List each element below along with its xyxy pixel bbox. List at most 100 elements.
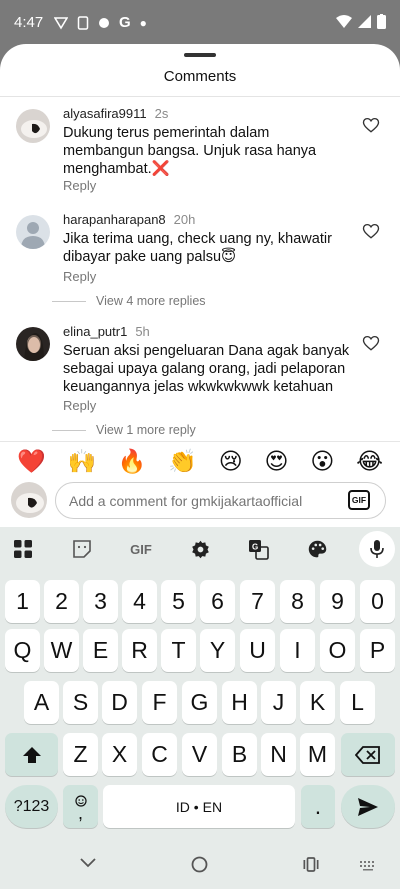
gif-button[interactable]: GIF (348, 490, 370, 510)
key-w[interactable]: W (44, 629, 79, 672)
key-x[interactable]: X (102, 733, 137, 776)
google-icon: G (119, 14, 131, 31)
key-r[interactable]: R (122, 629, 157, 672)
keyboard-toolbar: GIF G (0, 527, 400, 571)
divider (0, 96, 400, 97)
battery-icon (377, 14, 386, 29)
send-arrow-icon (358, 797, 378, 816)
voice-input-button[interactable] (359, 531, 395, 567)
avatar[interactable] (16, 109, 50, 143)
key-p[interactable]: P (360, 629, 395, 672)
key-2[interactable]: 2 (44, 580, 79, 623)
back-chevron-icon[interactable] (80, 858, 96, 868)
emoji-laughing[interactable]: 😂 (356, 448, 383, 475)
drag-handle[interactable] (184, 53, 216, 57)
status-bar: 4:47 G ● (0, 0, 400, 44)
key-l[interactable]: L (340, 681, 375, 724)
settings-gear-icon[interactable] (188, 537, 212, 561)
key-q[interactable]: Q (5, 629, 40, 672)
comment-text: Dukung terus pemerintah dalam membangun … (63, 125, 317, 177)
key-a[interactable]: A (24, 681, 59, 724)
shift-key[interactable] (5, 733, 58, 776)
keyboard: GIF G 1 2 3 4 5 6 7 8 9 0 Q W E R T Y U … (0, 527, 400, 889)
reply-button[interactable]: Reply (63, 269, 96, 284)
view-more-replies[interactable]: View 4 more replies (52, 294, 206, 308)
comment-time: 20h (173, 212, 196, 227)
keyboard-switch-icon[interactable] (360, 861, 376, 871)
avatar[interactable] (16, 327, 50, 361)
comment-username[interactable]: harapanharapan8 (63, 212, 166, 227)
emoji-comma-key[interactable]: , (63, 785, 98, 828)
key-c[interactable]: C (142, 733, 177, 776)
gif-keyboard-button[interactable]: GIF (126, 537, 156, 561)
reply-button[interactable]: Reply (63, 398, 96, 413)
comma-label: , (77, 802, 83, 823)
comment-text: Jika terima uang, check uang ny, khawati… (63, 231, 332, 265)
emoji-raised-hands[interactable]: 🙌 (67, 448, 96, 475)
status-time: 4:47 (14, 14, 44, 31)
key-4[interactable]: 4 (122, 580, 157, 623)
notification-icons: G ● (54, 14, 147, 31)
key-j[interactable]: J (261, 681, 296, 724)
space-bar[interactable]: ID • EN (103, 785, 295, 828)
key-7[interactable]: 7 (240, 580, 275, 623)
key-9[interactable]: 9 (320, 580, 355, 623)
key-z[interactable]: Z (63, 733, 98, 776)
view-more-replies[interactable]: View 1 more reply (52, 423, 196, 437)
comment-input[interactable] (55, 482, 386, 519)
view-more-replies-label: View 4 more replies (96, 294, 206, 308)
comment-username[interactable]: alyasafira9911 (63, 106, 147, 121)
key-1[interactable]: 1 (5, 580, 40, 623)
symbols-key[interactable]: ?123 (5, 785, 58, 828)
key-i[interactable]: I (280, 629, 315, 672)
comment-username[interactable]: elina_putr1 (63, 324, 127, 339)
reply-button[interactable]: Reply (63, 178, 96, 193)
key-0[interactable]: 0 (360, 580, 395, 623)
key-y[interactable]: Y (200, 629, 235, 672)
key-k[interactable]: K (300, 681, 335, 724)
key-n[interactable]: N (261, 733, 296, 776)
key-e[interactable]: E (83, 629, 118, 672)
key-s[interactable]: S (63, 681, 98, 724)
key-u[interactable]: U (240, 629, 275, 672)
key-6[interactable]: 6 (200, 580, 235, 623)
key-v[interactable]: V (182, 733, 217, 776)
heart-icon[interactable] (362, 222, 380, 240)
emoji-clap[interactable]: 👏 (168, 448, 197, 475)
key-8[interactable]: 8 (280, 580, 315, 623)
key-t[interactable]: T (161, 629, 196, 672)
send-key[interactable] (341, 785, 395, 828)
emoji-heart-eyes[interactable]: 😍 (265, 448, 289, 475)
signal-icon (358, 15, 371, 28)
emoji-heart[interactable]: ❤️ (17, 448, 46, 475)
key-o[interactable]: O (320, 629, 355, 672)
heart-icon[interactable] (362, 334, 380, 352)
key-d[interactable]: D (102, 681, 137, 724)
key-h[interactable]: H (222, 681, 257, 724)
apps-grid-icon[interactable] (11, 537, 35, 561)
emoji-crying[interactable]: 😢 (219, 448, 243, 475)
home-circle-icon[interactable] (191, 856, 208, 873)
theme-palette-icon[interactable] (305, 537, 329, 561)
emoji-surprised[interactable]: 😮 (310, 448, 334, 475)
wifi-icon (336, 15, 352, 28)
key-5[interactable]: 5 (161, 580, 196, 623)
key-g[interactable]: G (182, 681, 217, 724)
heart-icon[interactable] (362, 116, 380, 134)
recents-icon[interactable] (303, 857, 319, 872)
key-3[interactable]: 3 (83, 580, 118, 623)
divider (52, 300, 86, 302)
translate-icon[interactable]: G (246, 537, 270, 561)
comment-header: harapanharapan8 20h (63, 212, 195, 227)
emoji-fire[interactable]: 🔥 (118, 448, 147, 475)
backspace-key[interactable] (341, 733, 395, 776)
key-f[interactable]: F (142, 681, 177, 724)
key-m[interactable]: M (300, 733, 335, 776)
key-b[interactable]: B (222, 733, 257, 776)
period-key[interactable]: . (301, 785, 335, 828)
system-icons (336, 14, 386, 29)
microphone-icon (370, 540, 384, 558)
avatar[interactable] (16, 215, 50, 249)
chat-bubble-icon (99, 17, 109, 28)
sticker-icon[interactable] (70, 537, 94, 561)
